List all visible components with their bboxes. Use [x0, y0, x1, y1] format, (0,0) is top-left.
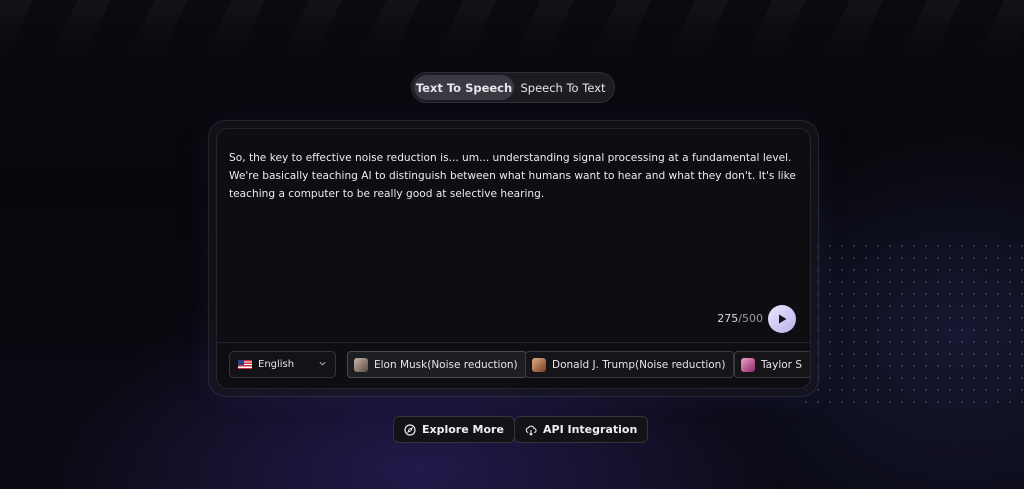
char-max: /500	[738, 312, 763, 325]
decorative-dot-grid	[800, 240, 1024, 410]
voice-label: Taylor S	[761, 358, 802, 371]
char-count: 275	[717, 312, 739, 325]
taylor-swift-avatar	[741, 357, 755, 372]
voice-label: Donald J. Trump(Noise reduction)	[552, 358, 726, 371]
donald-trump-avatar	[532, 357, 546, 372]
elon-musk-avatar	[354, 357, 368, 372]
tab-text-to-speech[interactable]: Text To Speech	[414, 75, 514, 100]
tts-card: So, the key to effective noise reduction…	[216, 128, 811, 389]
character-counter: 275/500	[717, 312, 763, 325]
api-integration-button[interactable]: API Integration	[514, 416, 649, 443]
voice-chip-donald-trump[interactable]: Donald J. Trump(Noise reduction)	[525, 351, 735, 378]
compass-icon	[404, 423, 416, 436]
voice-chip-elon-musk[interactable]: Elon Musk(Noise reduction)	[347, 351, 527, 378]
cloud-download-icon	[525, 425, 537, 436]
tab-speech-to-text[interactable]: Speech To Text	[514, 75, 612, 100]
api-integration-label: API Integration	[543, 423, 638, 436]
play-icon	[779, 314, 787, 324]
chevron-down-icon	[318, 359, 327, 371]
play-button[interactable]	[768, 305, 796, 333]
voice-chip-taylor-swift[interactable]: Taylor S	[734, 351, 810, 378]
tts-text-input[interactable]: So, the key to effective noise reduction…	[229, 149, 801, 203]
voice-label: Elon Musk(Noise reduction)	[374, 358, 518, 371]
mode-toggle: Text To Speech Speech To Text	[411, 72, 615, 103]
decorative-stripes	[0, 0, 1024, 60]
language-label: English	[258, 359, 295, 370]
language-select[interactable]: English	[229, 351, 336, 378]
explore-more-button[interactable]: Explore More	[393, 416, 515, 443]
explore-more-label: Explore More	[422, 423, 504, 436]
divider	[217, 342, 810, 343]
us-flag-icon	[238, 360, 252, 369]
